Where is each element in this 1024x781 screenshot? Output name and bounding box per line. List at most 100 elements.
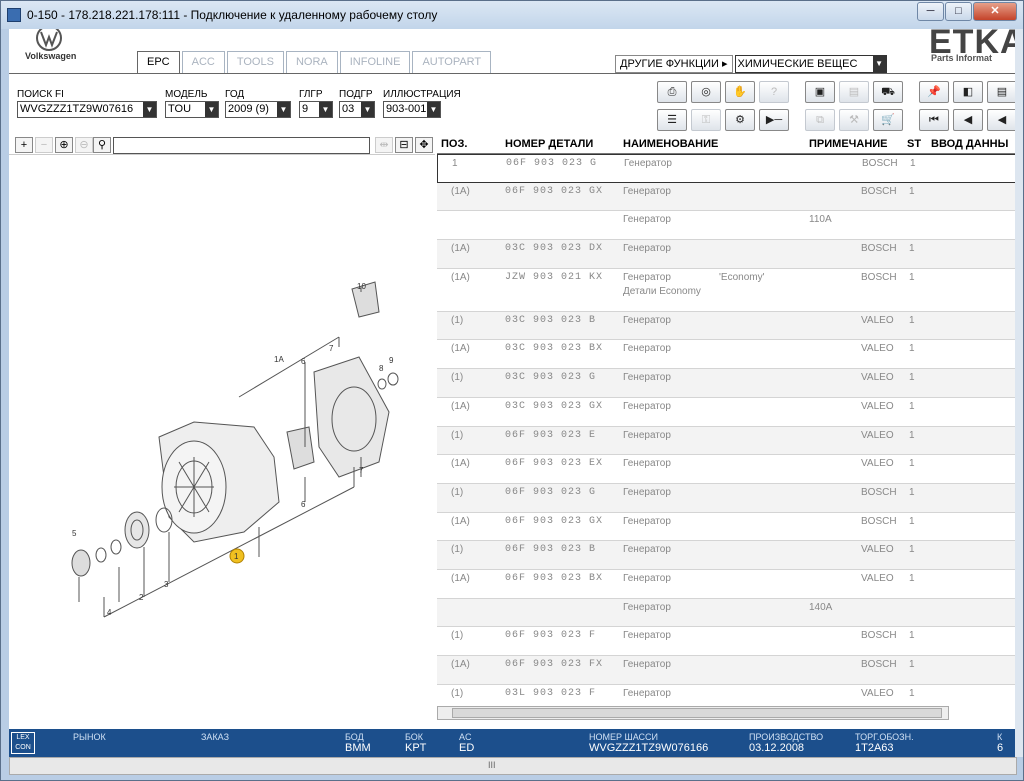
row-note: VALEO [861, 572, 894, 584]
col-note[interactable]: ПРИМЕЧАНИЕ [809, 138, 888, 150]
row-part-number: 03L 903 023 F [505, 687, 597, 699]
tab-nora[interactable]: NORA [285, 51, 338, 73]
other-functions-select[interactable]: ХИМИЧЕСКИЕ ВЕЩЕС ▼ [734, 55, 887, 73]
table-row[interactable]: (1A) JZW 903 021 KX Генератор BOSCH 1 'Econom… [437, 269, 1017, 312]
table-row[interactable]: (1A) 03C 903 023 GX Генератор VALEO 1 [437, 398, 1017, 427]
elsa-icon[interactable]: ▣ [805, 81, 835, 103]
table-row[interactable]: (1A) 03C 903 023 DX Генератор BOSCH 1 [437, 240, 1017, 269]
tab-infoline[interactable]: INFOLINE [339, 51, 411, 73]
zoom-window-icon[interactable]: ⊖ [75, 137, 93, 153]
table-row[interactable]: Генератор 110A [437, 211, 1017, 241]
callout-6-top: 6 [301, 357, 306, 366]
market-label: РЫНОК [73, 732, 106, 742]
table-horizontal-scrollbar[interactable] [437, 706, 949, 720]
row-st: 1 [909, 243, 915, 255]
table-row[interactable]: (1) 06F 903 023 E Генератор VALEO 1 [437, 426, 1017, 456]
chassis-value: WVGZZZ1TZ9W076166 [589, 742, 709, 754]
row-name: Генератор [623, 372, 671, 384]
table-row[interactable]: (1) 06F 903 023 G Генератор BOSCH 1 [437, 483, 1017, 513]
row-st: 1 [909, 458, 915, 470]
help-icon[interactable]: ? [759, 81, 789, 103]
play-minus-icon[interactable]: ▶─ [759, 109, 789, 131]
window-horizontal-scrollbar[interactable]: III [9, 757, 1017, 775]
table-row[interactable]: Генератор 140A [437, 598, 1017, 628]
parts-illustration[interactable]: 10 1A 6 7 8 9 7 6 5 4 2 3 1 [9, 157, 437, 727]
print-icon[interactable]: ⎙ [657, 81, 687, 103]
col-part-number[interactable]: НОМЕР ДЕТАЛИ [505, 138, 593, 150]
illustration-select[interactable]: 903-001 ▼ [383, 101, 441, 118]
row-part-number: 06F 903 023 EX [505, 458, 604, 470]
table-row[interactable]: (1A) 03C 903 023 BX Генератор VALEO 1 [437, 340, 1017, 370]
illustration-label: ИЛЛЮСТРАЦИЯ [383, 89, 461, 100]
maximize-button[interactable]: □ [945, 2, 972, 21]
tools-icon[interactable]: ⚒ [839, 109, 869, 131]
zoom-in-icon[interactable]: + [15, 137, 33, 153]
table-row[interactable]: (1) 06F 903 023 B Генератор VALEO 1 [437, 541, 1017, 570]
window-vertical-scrollbar[interactable] [1015, 29, 1023, 757]
depot-icon[interactable]: ▤ [839, 81, 869, 103]
row-st: 1 [909, 400, 915, 412]
table-row[interactable]: (1) 03C 903 023 G Генератор VALEO 1 [437, 369, 1017, 398]
magnifier-icon[interactable]: ⚲ [93, 137, 111, 153]
document-icon[interactable]: ▤ [987, 81, 1017, 103]
table-row[interactable]: (1A) 06F 903 023 GX Генератор BOSCH 1 [437, 513, 1017, 542]
move-icon[interactable]: ✥ [415, 137, 433, 153]
main-group-select[interactable]: 9 ▼ [299, 101, 333, 118]
table-row[interactable]: (1A) 06F 903 023 FX Генератор BOSCH 1 [437, 656, 1017, 685]
table-row[interactable]: (1A) 06F 903 023 GX Генератор BOSCH 1 [437, 182, 1017, 212]
title-bar[interactable]: 0-150 - 178.218.221.178:111 - Подключени… [1, 1, 1023, 29]
other-functions-button[interactable]: ДРУГИЕ ФУНКЦИИ ▸ [615, 55, 733, 73]
table-row[interactable]: 1 06F 903 023 G Генератор BOSCH 1 [437, 154, 1017, 183]
row-st: 1 [909, 185, 915, 197]
tab-tools[interactable]: TOOLS [226, 51, 284, 73]
subgroup-select[interactable]: 03 ▼ [339, 101, 375, 118]
table-row[interactable]: (1) 06F 903 023 F Генератор BOSCH 1 [437, 627, 1017, 656]
tab-epc[interactable]: EPC [137, 51, 180, 74]
scroll-thumb[interactable] [452, 708, 942, 718]
table-row[interactable]: (1A) 06F 903 023 EX Генератор VALEO 1 [437, 455, 1017, 484]
bod-label: БОД [345, 732, 364, 742]
table-row[interactable]: (1) 03L 903 023 F Генератор VALEO 1 [437, 685, 1017, 705]
close-button[interactable]: ✕ [973, 2, 1017, 21]
split-icon[interactable]: ⇹ [375, 137, 393, 153]
row-name: Генератор [623, 314, 671, 326]
model-select[interactable]: TOU ▼ [165, 101, 219, 118]
prev-page-icon[interactable]: ◧ [953, 81, 983, 103]
back-icon[interactable]: ◀ [987, 109, 1017, 131]
vw-brand-text: Volkswagen [25, 51, 77, 61]
minimize-button[interactable]: ─ [917, 2, 944, 21]
tab-autopart[interactable]: AUTOPART [412, 51, 492, 73]
layout-icon[interactable]: ⊟ [395, 137, 413, 153]
table-row[interactable]: (1A) 06F 903 023 BX Генератор VALEO 1 [437, 570, 1017, 599]
key-icon[interactable]: ⚿ [691, 109, 721, 131]
row-part-number: 06F 903 023 B [505, 544, 597, 556]
first-page-icon[interactable]: ⏮ [919, 109, 949, 131]
bike-icon[interactable]: ⚙ [725, 109, 755, 131]
table-row[interactable]: (1) 03C 903 023 B Генератор VALEO 1 [437, 311, 1017, 341]
tab-acc[interactable]: ACC [181, 51, 225, 73]
parts-search-icon[interactable]: ◎ [691, 81, 721, 103]
illustration-search-input[interactable] [113, 137, 370, 154]
zoom-fit-icon[interactable]: ⊕ [55, 137, 73, 153]
subgroup-value: 03 [342, 103, 355, 115]
previous-icon[interactable]: ◀ [953, 109, 983, 131]
list-icon[interactable]: ☰ [657, 109, 687, 131]
col-input[interactable]: ВВОД ДАННЫ [931, 138, 1008, 150]
pin-icon[interactable]: 📌 [919, 81, 949, 103]
callout-4: 4 [107, 608, 112, 617]
production-value: 03.12.2008 [749, 742, 805, 754]
cart-icon[interactable]: 🛒 [873, 109, 903, 131]
zoom-out-icon[interactable]: − [35, 137, 53, 153]
ac-label: AC [459, 732, 472, 742]
compare-icon[interactable]: ⧉ [805, 109, 835, 131]
year-select[interactable]: 2009 (9) ▼ [225, 101, 291, 118]
hand-book-icon[interactable]: ✋ [725, 81, 755, 103]
other-functions: ДРУГИЕ ФУНКЦИИ ▸ ХИМИЧЕСКИЕ ВЕЩЕС ▼ [615, 55, 887, 73]
row-st: 1 [909, 687, 915, 699]
fi-search-field[interactable]: WVGZZZ1TZ9W07616 ▼ [17, 101, 157, 118]
col-pos[interactable]: ПОЗ. [441, 138, 467, 150]
col-st[interactable]: ST [907, 138, 921, 150]
col-name[interactable]: НАИМЕНОВАНИЕ [623, 138, 718, 150]
cart-add-icon[interactable]: ⛟ [873, 81, 903, 103]
etka-subtitle: Parts Informat [931, 53, 993, 63]
